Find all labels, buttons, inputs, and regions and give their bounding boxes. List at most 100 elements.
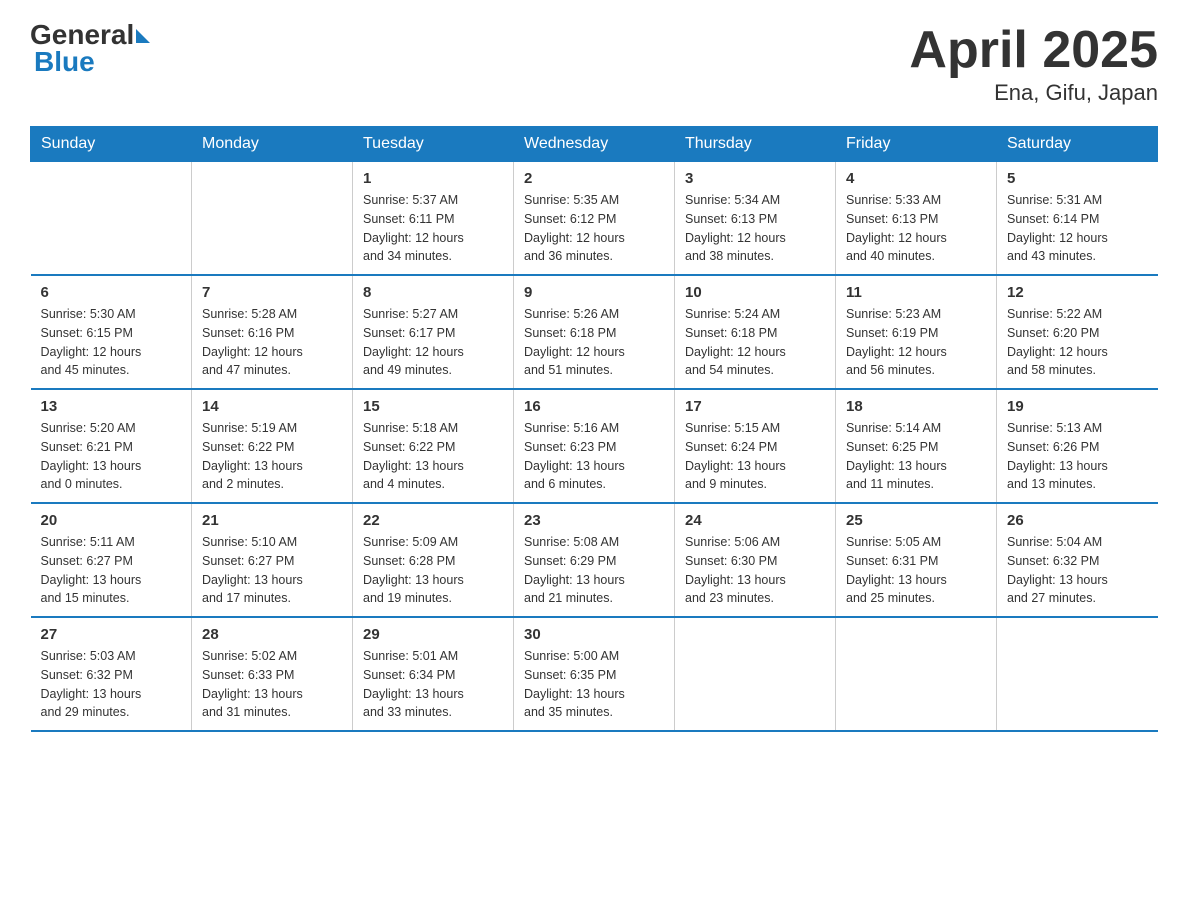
day-info: Sunrise: 5:20 AMSunset: 6:21 PMDaylight:… (41, 419, 182, 494)
day-number: 17 (685, 398, 825, 415)
day-number: 13 (41, 398, 182, 415)
day-number: 18 (846, 398, 986, 415)
header-wednesday: Wednesday (514, 127, 675, 162)
calendar-cell: 25 Sunrise: 5:05 AMSunset: 6:31 PMDayligh… (836, 503, 997, 617)
day-info: Sunrise: 5:24 AMSunset: 6:18 PMDaylight:… (685, 305, 825, 380)
calendar-subtitle: Ena, Gifu, Japan (909, 80, 1158, 106)
calendar-cell: 29Sunrise: 5:01 AMSunset: 6:34 PMDayligh… (353, 617, 514, 731)
day-number: 3 (685, 170, 825, 187)
calendar-cell: 3 Sunrise: 5:34 AMSunset: 6:13 PMDaylight… (675, 162, 836, 276)
day-number: 6 (41, 284, 182, 301)
calendar-cell: 1 Sunrise: 5:37 AMSunset: 6:11 PMDaylight… (353, 162, 514, 276)
day-info: Sunrise: 5:04 AMSunset: 6:32 PMDaylight:… (1007, 533, 1148, 608)
header-sunday: Sunday (31, 127, 192, 162)
calendar-cell (997, 617, 1158, 731)
calendar-cell: 10 Sunrise: 5:24 AMSunset: 6:18 PMDayligh… (675, 275, 836, 389)
calendar-cell: 12Sunrise: 5:22 AMSunset: 6:20 PMDayligh… (997, 275, 1158, 389)
day-info: Sunrise: 5:35 AMSunset: 6:12 PMDaylight:… (524, 191, 664, 266)
day-number: 1 (363, 170, 503, 187)
calendar-cell: 8 Sunrise: 5:27 AMSunset: 6:17 PMDaylight… (353, 275, 514, 389)
day-info: Sunrise: 5:23 AMSunset: 6:19 PMDaylight:… (846, 305, 986, 380)
calendar-cell: 14Sunrise: 5:19 AMSunset: 6:22 PMDayligh… (192, 389, 353, 503)
calendar-cell: 21 Sunrise: 5:10 AMSunset: 6:27 PMDayligh… (192, 503, 353, 617)
day-info: Sunrise: 5:18 AMSunset: 6:22 PMDaylight:… (363, 419, 503, 494)
day-info: Sunrise: 5:05 AMSunset: 6:31 PMDaylight:… (846, 533, 986, 608)
calendar-cell: 9 Sunrise: 5:26 AMSunset: 6:18 PMDaylight… (514, 275, 675, 389)
calendar-cell (31, 162, 192, 276)
day-info: Sunrise: 5:26 AMSunset: 6:18 PMDaylight:… (524, 305, 664, 380)
day-info: Sunrise: 5:27 AMSunset: 6:17 PMDaylight:… (363, 305, 503, 380)
header: General Blue April 2025 Ena, Gifu, Japan (30, 20, 1158, 106)
day-number: 15 (363, 398, 503, 415)
day-number: 2 (524, 170, 664, 187)
day-number: 26 (1007, 512, 1148, 529)
day-info: Sunrise: 5:16 AMSunset: 6:23 PMDaylight:… (524, 419, 664, 494)
day-number: 9 (524, 284, 664, 301)
calendar-week-4: 20Sunrise: 5:11 AMSunset: 6:27 PMDayligh… (31, 503, 1158, 617)
calendar-cell: 20Sunrise: 5:11 AMSunset: 6:27 PMDayligh… (31, 503, 192, 617)
day-info: Sunrise: 5:30 AMSunset: 6:15 PMDaylight:… (41, 305, 182, 380)
calendar-cell: 27 Sunrise: 5:03 AMSunset: 6:32 PMDayligh… (31, 617, 192, 731)
day-number: 27 (41, 626, 182, 643)
day-info: Sunrise: 5:37 AMSunset: 6:11 PMDaylight:… (363, 191, 503, 266)
calendar-cell: 23 Sunrise: 5:08 AMSunset: 6:29 PMDayligh… (514, 503, 675, 617)
day-number: 23 (524, 512, 664, 529)
day-number: 10 (685, 284, 825, 301)
day-info: Sunrise: 5:34 AMSunset: 6:13 PMDaylight:… (685, 191, 825, 266)
day-number: 28 (202, 626, 342, 643)
day-number: 21 (202, 512, 342, 529)
day-info: Sunrise: 5:13 AMSunset: 6:26 PMDaylight:… (1007, 419, 1148, 494)
day-number: 8 (363, 284, 503, 301)
calendar-cell: 26 Sunrise: 5:04 AMSunset: 6:32 PMDayligh… (997, 503, 1158, 617)
day-number: 11 (846, 284, 986, 301)
logo-triangle-icon (136, 29, 150, 43)
calendar-cell: 19 Sunrise: 5:13 AMSunset: 6:26 PMDayligh… (997, 389, 1158, 503)
day-number: 5 (1007, 170, 1148, 187)
day-info: Sunrise: 5:11 AMSunset: 6:27 PMDaylight:… (41, 533, 182, 608)
calendar-week-5: 27 Sunrise: 5:03 AMSunset: 6:32 PMDayligh… (31, 617, 1158, 731)
header-row: Sunday Monday Tuesday Wednesday Thursday… (31, 127, 1158, 162)
calendar-cell: 7 Sunrise: 5:28 AMSunset: 6:16 PMDaylight… (192, 275, 353, 389)
day-info: Sunrise: 5:14 AMSunset: 6:25 PMDaylight:… (846, 419, 986, 494)
header-friday: Friday (836, 127, 997, 162)
calendar-cell: 15 Sunrise: 5:18 AMSunset: 6:22 PMDayligh… (353, 389, 514, 503)
header-saturday: Saturday (997, 127, 1158, 162)
day-info: Sunrise: 5:15 AMSunset: 6:24 PMDaylight:… (685, 419, 825, 494)
calendar-title: April 2025 (909, 20, 1158, 80)
calendar-table: Sunday Monday Tuesday Wednesday Thursday… (30, 126, 1158, 732)
calendar-cell: 17 Sunrise: 5:15 AMSunset: 6:24 PMDayligh… (675, 389, 836, 503)
calendar-cell: 13 Sunrise: 5:20 AMSunset: 6:21 PMDayligh… (31, 389, 192, 503)
day-info: Sunrise: 5:01 AMSunset: 6:34 PMDaylight:… (363, 647, 503, 722)
header-tuesday: Tuesday (353, 127, 514, 162)
day-number: 16 (524, 398, 664, 415)
day-info: Sunrise: 5:08 AMSunset: 6:29 PMDaylight:… (524, 533, 664, 608)
logo: General Blue (30, 20, 150, 78)
day-info: Sunrise: 5:33 AMSunset: 6:13 PMDaylight:… (846, 191, 986, 266)
title-area: April 2025 Ena, Gifu, Japan (909, 20, 1158, 106)
calendar-cell: 28Sunrise: 5:02 AMSunset: 6:33 PMDayligh… (192, 617, 353, 731)
calendar-week-2: 6 Sunrise: 5:30 AMSunset: 6:15 PMDaylight… (31, 275, 1158, 389)
calendar-cell (192, 162, 353, 276)
day-number: 19 (1007, 398, 1148, 415)
day-info: Sunrise: 5:03 AMSunset: 6:32 PMDaylight:… (41, 647, 182, 722)
calendar-cell: 16 Sunrise: 5:16 AMSunset: 6:23 PMDayligh… (514, 389, 675, 503)
day-number: 30 (524, 626, 664, 643)
day-info: Sunrise: 5:00 AMSunset: 6:35 PMDaylight:… (524, 647, 664, 722)
day-info: Sunrise: 5:06 AMSunset: 6:30 PMDaylight:… (685, 533, 825, 608)
day-info: Sunrise: 5:28 AMSunset: 6:16 PMDaylight:… (202, 305, 342, 380)
day-number: 22 (363, 512, 503, 529)
calendar-cell: 24 Sunrise: 5:06 AMSunset: 6:30 PMDayligh… (675, 503, 836, 617)
day-number: 24 (685, 512, 825, 529)
header-thursday: Thursday (675, 127, 836, 162)
day-number: 7 (202, 284, 342, 301)
calendar-week-3: 13 Sunrise: 5:20 AMSunset: 6:21 PMDayligh… (31, 389, 1158, 503)
calendar-cell: 18 Sunrise: 5:14 AMSunset: 6:25 PMDayligh… (836, 389, 997, 503)
calendar-cell: 5Sunrise: 5:31 AMSunset: 6:14 PMDaylight… (997, 162, 1158, 276)
calendar-week-1: 1 Sunrise: 5:37 AMSunset: 6:11 PMDaylight… (31, 162, 1158, 276)
calendar-cell: 30 Sunrise: 5:00 AMSunset: 6:35 PMDayligh… (514, 617, 675, 731)
day-number: 25 (846, 512, 986, 529)
day-number: 12 (1007, 284, 1148, 301)
day-info: Sunrise: 5:19 AMSunset: 6:22 PMDaylight:… (202, 419, 342, 494)
day-info: Sunrise: 5:09 AMSunset: 6:28 PMDaylight:… (363, 533, 503, 608)
day-info: Sunrise: 5:10 AMSunset: 6:27 PMDaylight:… (202, 533, 342, 608)
